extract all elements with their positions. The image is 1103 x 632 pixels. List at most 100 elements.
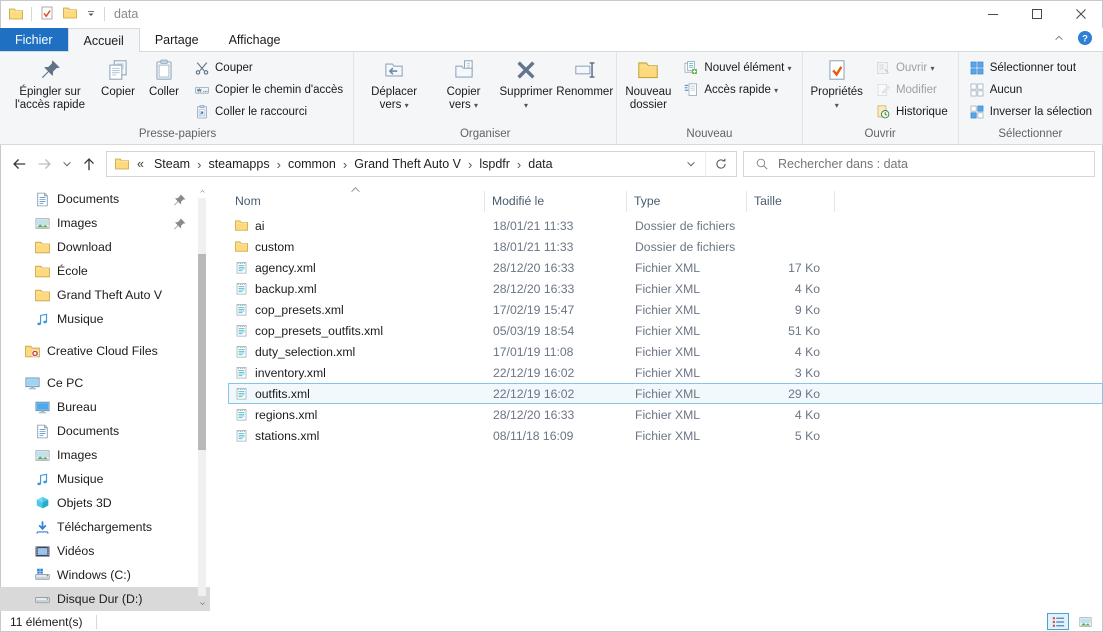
pin-icon[interactable] (171, 216, 188, 233)
sidebar-item-bureau[interactable]: Bureau (0, 395, 210, 419)
thumbnails-view-button[interactable] (1074, 613, 1096, 630)
breadcrumb-segment-common[interactable]: common (282, 152, 342, 176)
sidebar-item-telechargements[interactable]: Téléchargements (0, 515, 210, 539)
ribbon-button-epingler-sur-l-acces-rapide[interactable]: Épingler sur l'accès rapide (5, 53, 95, 123)
paste-icon (151, 57, 177, 83)
column-header-modifie-le[interactable]: Modifié le (485, 191, 627, 212)
file-row-ai[interactable]: ai 18/01/21 11:33 Dossier de fichiers (228, 215, 1103, 236)
address-dropdown-button[interactable] (677, 152, 705, 176)
scroll-down-button[interactable] (197, 597, 207, 609)
recent-locations-button[interactable] (58, 151, 76, 177)
up-button[interactable] (76, 151, 102, 177)
column-header-type[interactable]: Type (627, 191, 747, 212)
breadcrumb-segment-grand-theft-auto-v[interactable]: Grand Theft Auto V (348, 152, 467, 176)
ribbon-button-label: Épingler sur l'accès rapide (15, 86, 85, 112)
sidebar-item-musique[interactable]: Musique (0, 307, 210, 331)
ribbon-button-inverser-la-selection[interactable]: Inverser la sélection (966, 101, 1095, 122)
back-button[interactable] (6, 151, 32, 177)
address-bar[interactable]: « Steam › steamapps › common › Grand Theft Aut… (106, 151, 706, 177)
ribbon-button-nouveau-dossier[interactable]: Nouveau dossier (620, 53, 676, 123)
forward-button[interactable] (32, 151, 58, 177)
close-button[interactable] (1059, 0, 1103, 28)
ribbon-button-copier-le-chemin-d-acces[interactable]: Copier le chemin d'accès (191, 79, 346, 100)
sidebar-item-creative-cloud-files[interactable]: Creative Cloud Files (0, 339, 210, 363)
ribbon-button-proprietes[interactable]: Propriétés ▾ (806, 53, 868, 123)
sidebar-item-disque-dur-d[interactable]: Disque Dur (D:) (0, 587, 210, 611)
ribbon-button-selectionner-tout[interactable]: Sélectionner tout (966, 57, 1095, 78)
sidebar-item-grand-theft-auto-v[interactable]: Grand Theft Auto V (0, 283, 210, 307)
ribbon-button-acces-rapide[interactable]: Accès rapide ▾ (680, 79, 794, 100)
tab-partage[interactable]: Partage (140, 28, 214, 51)
file-row-cop-presets-outfits-xml[interactable]: cop_presets_outfits.xml 05/03/19 18:54 Fic… (228, 320, 1103, 341)
file-row-outfits-xml[interactable]: outfits.xml 22/12/19 16:02 Fichier XML 29 K… (228, 383, 1103, 404)
help-button[interactable]: ? (1077, 30, 1093, 49)
sidebar-item-ecole[interactable]: École (0, 259, 210, 283)
ribbon-button-couper[interactable]: Couper (191, 57, 346, 78)
file-row-backup-xml[interactable]: backup.xml 28/12/20 16:33 Fichier XML 4 Ko (228, 278, 1103, 299)
sidebar-item-videos[interactable]: Vidéos (0, 539, 210, 563)
ribbon-button-modifier[interactable]: Modifier (872, 79, 951, 100)
select-all-icon (969, 60, 985, 76)
file-modified: 28/12/20 16:33 (493, 260, 575, 275)
qat-properties-button[interactable] (39, 5, 55, 24)
scrollbar-thumb[interactable] (198, 254, 206, 450)
ribbon-button-aucun[interactable]: Aucun (966, 79, 1095, 100)
sidebar-item-ce-pc[interactable]: Ce PC (0, 371, 210, 395)
file-row-custom[interactable]: custom 18/01/21 11:33 Dossier de fichiers (228, 236, 1103, 257)
file-row-duty-selection-xml[interactable]: duty_selection.xml 17/01/19 11:08 Fichier … (228, 341, 1103, 362)
file-row-agency-xml[interactable]: agency.xml 28/12/20 16:33 Fichier XML 17 Ko (228, 257, 1103, 278)
scroll-up-button[interactable] (197, 185, 207, 197)
search-input[interactable] (778, 152, 1094, 176)
file-row-inventory-xml[interactable]: inventory.xml 22/12/19 16:02 Fichier XML 3 … (228, 362, 1103, 383)
sidebar-item-images[interactable]: Images (0, 211, 210, 235)
pin-icon[interactable] (171, 192, 188, 209)
maximize-button[interactable] (1015, 0, 1059, 28)
ribbon-button-renommer[interactable]: Renommer (556, 53, 613, 123)
ribbon-button-nouvel-element[interactable]: Nouvel élément ▾ (680, 57, 794, 78)
ribbon-button-coller[interactable]: Coller (141, 53, 187, 123)
tab-fichier[interactable]: Fichier (0, 28, 68, 51)
qat-new-folder-button[interactable] (62, 5, 78, 24)
sidebar-item-windows-c[interactable]: Windows (C:) (0, 563, 210, 587)
file-row-stations-xml[interactable]: stations.xml 08/11/18 16:09 Fichier XML 5 K… (228, 425, 1103, 446)
ribbon-button-coller-le-raccourci[interactable]: Coller le raccourci (191, 101, 346, 122)
breadcrumb-segment-steamapps[interactable]: steamapps (202, 152, 275, 176)
column-header-nom[interactable]: Nom (228, 191, 485, 212)
ribbon-button-ouvrir[interactable]: Ouvrir ▾ (872, 57, 951, 78)
collapse-ribbon-button[interactable] (1053, 32, 1065, 47)
sidebar-item-documents[interactable]: Documents (0, 187, 210, 211)
xml-file-icon (234, 302, 249, 317)
ribbon-button-label: Propriétés ▾ (810, 86, 863, 111)
scrollbar-track[interactable] (198, 198, 206, 596)
ribbon-button-copier-vers[interactable]: Copier vers ▾ (431, 53, 496, 123)
sidebar-scrollbar[interactable] (197, 185, 207, 609)
qat-customize-button[interactable] (85, 7, 97, 22)
breadcrumb-segment-steam[interactable]: Steam (148, 152, 196, 176)
download-icon (34, 519, 51, 536)
refresh-button[interactable] (705, 151, 737, 177)
sidebar-item-objets-3d[interactable]: Objets 3D (0, 491, 210, 515)
ribbon-button-copier[interactable]: Copier (95, 53, 141, 123)
file-row-regions-xml[interactable]: regions.xml 28/12/20 16:33 Fichier XML 4 Ko (228, 404, 1103, 425)
xml-file-icon (234, 323, 249, 338)
breadcrumb-segment-data[interactable]: data (522, 152, 558, 176)
tab-affichage[interactable]: Affichage (214, 28, 296, 51)
breadcrumb-truncation[interactable]: « (130, 157, 148, 171)
ribbon-button-supprimer[interactable]: Supprimer ▾ (496, 53, 556, 123)
breadcrumb-segment-lspdfr[interactable]: lspdfr (473, 152, 516, 176)
ribbon-button-historique[interactable]: Historique (872, 101, 951, 122)
breadcrumb: Steam › steamapps › common › Grand Theft Auto … (148, 152, 559, 176)
ribbon-button-deplacer-vers[interactable]: Déplacer vers ▾ (357, 53, 431, 123)
window-folder-icon (8, 6, 24, 22)
minimize-button[interactable] (971, 0, 1015, 28)
tab-accueil[interactable]: Accueil (67, 28, 140, 52)
sidebar-item-label: Musique (57, 312, 104, 326)
column-header-taille[interactable]: Taille (747, 191, 835, 212)
sidebar-item-documents[interactable]: Documents (0, 419, 210, 443)
details-view-button[interactable] (1047, 613, 1069, 630)
ribbon-button-label: Nouvel élément ▾ (704, 61, 792, 74)
sidebar-item-images[interactable]: Images (0, 443, 210, 467)
sidebar-item-download[interactable]: Download (0, 235, 210, 259)
file-row-cop-presets-xml[interactable]: cop_presets.xml 17/02/19 15:47 Fichier XML… (228, 299, 1103, 320)
sidebar-item-musique[interactable]: Musique (0, 467, 210, 491)
